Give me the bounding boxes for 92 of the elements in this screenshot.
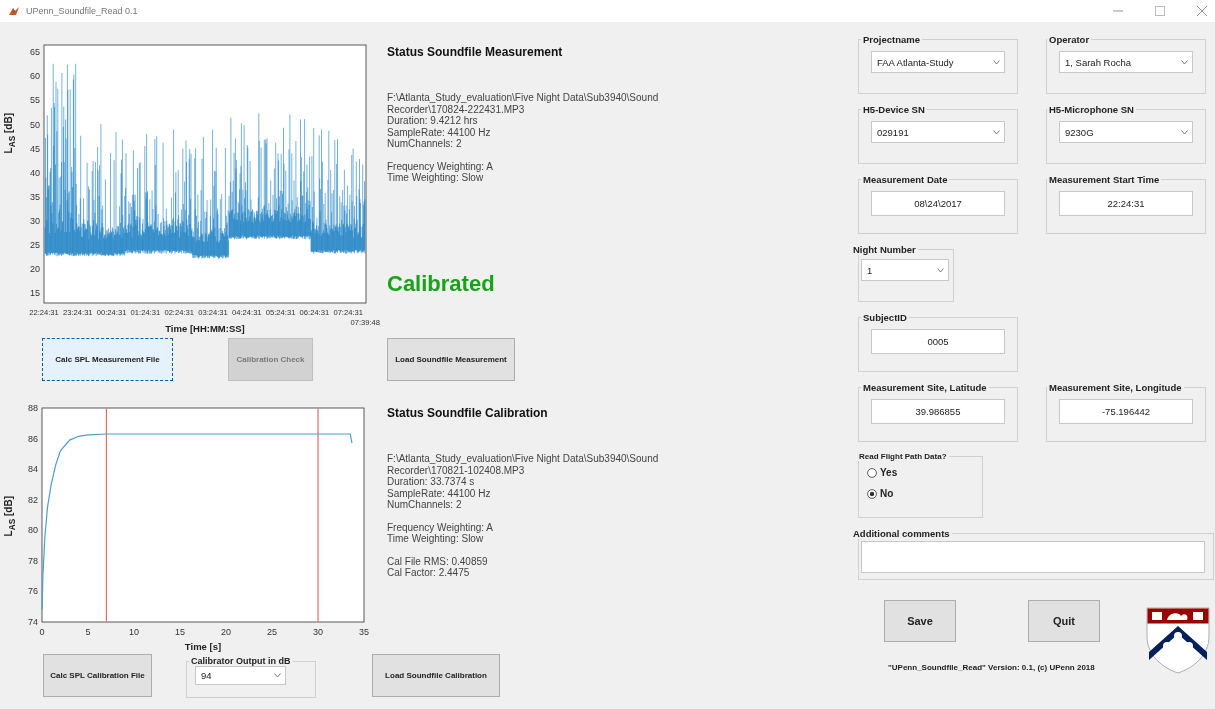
info-line: Frequency Weighting: A [387, 160, 494, 172]
caret-icon [993, 59, 1000, 65]
dropdown[interactable]: 94 [195, 666, 286, 685]
axis-tick-label: 76 [28, 586, 38, 597]
radio-option[interactable]: Yes [867, 467, 898, 478]
axis-tick-label: 50 [30, 119, 40, 130]
caret-icon [274, 673, 281, 678]
info-line: Cal Factor: 2.4475 [387, 567, 471, 579]
axis-tick-label: 30 [30, 216, 40, 226]
axis-tick-label: 25 [30, 240, 40, 251]
axis-tick-label: 45 [30, 143, 40, 154]
action-button[interactable]: Load Soundfile Measurement [387, 338, 515, 381]
crest-logo [1145, 606, 1211, 674]
axis-tick-label: 84 [28, 464, 38, 475]
axis-label: Time [HH:MM:SS] [165, 323, 245, 334]
status-title: Status Soundfile Measurement [387, 45, 564, 59]
window-title: UPenn_Soundfile_Read 0.1 [26, 6, 138, 16]
input-field[interactable] [861, 541, 1205, 573]
group-title: Calibrator Output in dB [190, 656, 292, 666]
info-line: SampleRate: 44100 Hz [387, 487, 492, 499]
input-field[interactable]: -75.196442 [1059, 399, 1193, 424]
axis-tick-label: 82 [28, 494, 38, 505]
axis-tick-label: 86 [28, 433, 38, 444]
info-line: NumChannels: 2 [387, 499, 463, 511]
caret-icon [1181, 59, 1188, 65]
axis-tick-label: 78 [28, 555, 38, 566]
axis-tick-label: 15 [30, 288, 40, 299]
group-title: Projectname [862, 34, 922, 45]
info-line: SampleRate: 44100 Hz [387, 126, 492, 138]
axis-tick-label: 30 [313, 627, 323, 637]
axis-tick-label: 15 [175, 627, 185, 637]
axis-tick-label: 35 [359, 627, 369, 637]
radio-icon[interactable] [867, 488, 877, 499]
axis-tick-label: 25 [267, 627, 277, 637]
action-button[interactable]: Save [884, 600, 956, 642]
input-field[interactable]: 08\24\2017 [871, 191, 1005, 216]
input-field[interactable]: 39.986855 [871, 399, 1005, 424]
axis-tick-label: 10 [129, 627, 139, 637]
radio-option[interactable]: No [867, 488, 894, 499]
radio-icon[interactable] [867, 467, 877, 478]
axis-tick-label: 60 [30, 71, 40, 82]
group-title: Additional comments [852, 528, 951, 539]
action-button[interactable]: Quit [1028, 600, 1100, 642]
caret-icon [1181, 129, 1188, 135]
axis-tick-label: 0 [39, 627, 45, 637]
load-button[interactable]: Load Soundfile Calibration [372, 654, 500, 697]
calc-button[interactable]: Calc SPL Calibration File [43, 654, 152, 697]
group-title: Night Number [852, 244, 917, 255]
group-title: Measurement Date [862, 174, 949, 185]
dropdown[interactable]: FAA Atlanta-Study [871, 51, 1005, 73]
group-title: Measurement Start Time [1048, 174, 1161, 185]
input-field[interactable]: 0005 [871, 329, 1005, 354]
axis-tick-label: 40 [30, 167, 40, 178]
status-text: Calibrated [387, 270, 496, 297]
group-title: SubjectID [862, 312, 908, 323]
info-line: F:\Atlanta_Study_evaluation\Five Night Data\Sub3940\Sound Recorder\170821-102408.MP3 [387, 453, 660, 476]
info-line: NumChannels: 2 [387, 138, 463, 150]
group-title: Read Flight Path Data? [858, 452, 948, 461]
version-text: "UPenn_Soundfile_Read" Version: 0.1, (c) UPenn 2018 [887, 663, 1096, 672]
input-field[interactable]: 22:24:31 [1059, 191, 1193, 216]
info-line: Time Weighting: Slow [387, 172, 485, 184]
axis-label: Time [s] [184, 641, 222, 652]
action-button[interactable]: Calc SPL Measurement File [42, 338, 173, 381]
axis-tick-label: 65 [30, 47, 40, 58]
axis-tick-label: 20 [30, 264, 40, 275]
group-title: Measurement Site, Latitude [862, 382, 988, 393]
status-title: Status Soundfile Calibration [387, 406, 549, 420]
info-line: Duration: 9.4212 hrs [387, 115, 479, 127]
group-title: H5-Microphone SN [1048, 104, 1135, 115]
group-title: Measurement Site, Longitude [1048, 382, 1183, 393]
info-line: F:\Atlanta_Study_evaluation\Five Night Data\Sub3940\Sound Recorder\170824-222431.MP3 [387, 92, 660, 115]
caret-icon [937, 267, 944, 273]
close-icon[interactable] [1197, 6, 1207, 16]
info-line: Frequency Weighting: A [387, 521, 494, 533]
info-line: Time Weighting: Slow [387, 533, 485, 545]
axis-tick-label: 88 [28, 403, 38, 413]
dropdown[interactable]: 029191 [871, 121, 1005, 143]
dropdown[interactable]: 1, Sarah Rocha [1059, 51, 1193, 73]
info-line: Duration: 33.7374 s [387, 476, 476, 488]
maximize-icon[interactable] [1155, 6, 1165, 16]
group-title: H5-Device SN [862, 104, 926, 115]
caret-icon [993, 129, 1000, 135]
group-title: Operator [1048, 34, 1091, 45]
info-line: Cal File RMS: 0.40859 [387, 555, 489, 567]
axis-tick-label: 80 [28, 525, 38, 536]
axis-tick-label: 55 [30, 95, 40, 106]
axis-tick-label: 20 [221, 627, 231, 637]
dropdown[interactable]: 1 [861, 259, 949, 281]
axis-tick-label: 5 [85, 627, 91, 637]
axis-tick-label: 35 [30, 191, 40, 202]
axis-tick-label: 74 [28, 617, 38, 627]
dropdown[interactable]: 9230G [1059, 121, 1193, 143]
